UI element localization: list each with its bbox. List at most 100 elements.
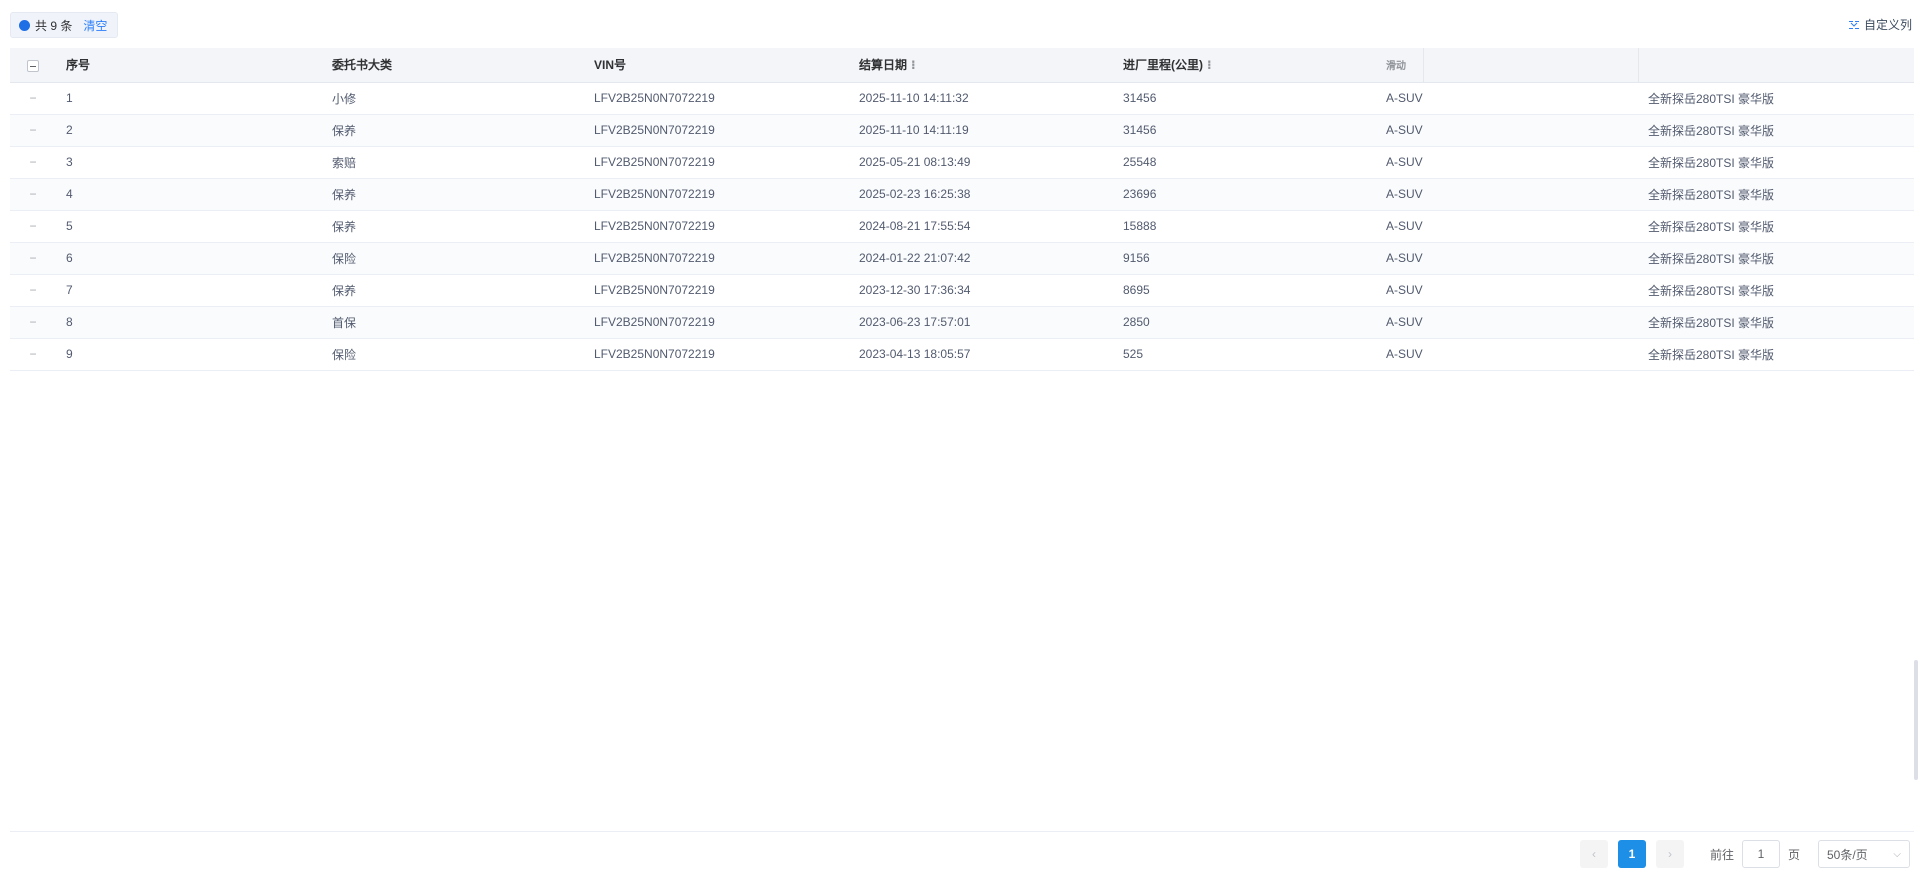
table-row[interactable]: − 5 保养 LFV2B25N0N7072219 2024-08-21 17:55:54… <box>10 210 1914 243</box>
table-row[interactable]: − 1 小修 LFV2B25N0N7072219 2025-11-10 14:11:32… <box>10 82 1914 115</box>
next-page-button[interactable]: › <box>1655 840 1684 868</box>
row-select-cell[interactable]: − <box>10 82 56 115</box>
cell-mileage: 31456 <box>1113 114 1376 147</box>
page-number-button[interactable]: 1 <box>1617 840 1646 868</box>
cell-model: A-SUV <box>1376 114 1423 147</box>
cell-model: A-SUV <box>1376 242 1423 275</box>
col-header-date-label: 结算日期 <box>859 58 908 73</box>
chevron-down-icon: ⌵ <box>1893 848 1901 860</box>
col-header-model: 滑动 <box>1376 48 1423 83</box>
row-select-icon: − <box>29 155 37 169</box>
row-select-cell[interactable]: − <box>10 274 56 307</box>
cell-model: A-SUV <box>1376 306 1423 339</box>
cell-index: 6 <box>56 242 322 275</box>
col-header-date[interactable]: 结算日期 ⁝ <box>849 48 1113 83</box>
cell-index: 9 <box>56 338 322 371</box>
cell-mileage: 525 <box>1113 338 1376 371</box>
row-select-icon: − <box>29 283 37 297</box>
prev-page-button[interactable]: ‹ <box>1579 840 1608 868</box>
vertical-scrollbar[interactable] <box>1914 660 1918 780</box>
cell-date: 2025-11-10 14:11:32 <box>849 82 1113 115</box>
page-unit-label: 页 <box>1787 847 1800 862</box>
row-select-cell[interactable]: − <box>10 306 56 339</box>
cell-model-name: 全新探岳280TSI 豪华版 <box>1638 82 1914 115</box>
row-select-icon: − <box>29 251 37 265</box>
table-row[interactable]: − 3 索赔 LFV2B25N0N7072219 2025-05-21 08:13:49… <box>10 146 1914 179</box>
cell-mileage: 31456 <box>1113 82 1376 115</box>
row-select-icon: − <box>29 219 37 233</box>
table-row[interactable]: − 4 保养 LFV2B25N0N7072219 2025-02-23 16:25:38… <box>10 178 1914 211</box>
cell-blank <box>1423 242 1638 275</box>
table-row[interactable]: − 8 首保 LFV2B25N0N7072219 2023-06-23 17:57:01… <box>10 306 1914 339</box>
pagination: ‹ 1 › 前往 页 50条/页 ⌵ <box>1579 838 1910 870</box>
cell-index: 2 <box>56 114 322 147</box>
page-size-select[interactable]: 50条/页 ⌵ <box>1818 840 1910 868</box>
cell-model: A-SUV <box>1376 338 1423 371</box>
cell-date: 2025-05-21 08:13:49 <box>849 146 1113 179</box>
cell-index: 5 <box>56 210 322 243</box>
row-select-cell[interactable]: − <box>10 338 56 371</box>
cell-index: 1 <box>56 82 322 115</box>
cell-vin: LFV2B25N0N7072219 <box>584 274 849 307</box>
col-header-model-name <box>1638 48 1914 83</box>
table-row[interactable]: − 6 保险 LFV2B25N0N7072219 2024-01-22 21:07:42… <box>10 242 1914 275</box>
row-select-cell[interactable]: − <box>10 210 56 243</box>
cell-date: 2024-08-21 17:55:54 <box>849 210 1113 243</box>
row-select-icon: − <box>29 315 37 329</box>
row-select-icon: − <box>29 91 37 105</box>
top-toolbar: 共 9 条 清空 自定义列 <box>10 10 1912 40</box>
cell-vin: LFV2B25N0N7072219 <box>584 146 849 179</box>
cell-blank <box>1423 338 1638 371</box>
cell-blank <box>1423 210 1638 243</box>
row-select-cell[interactable]: − <box>10 242 56 275</box>
row-select-cell[interactable]: − <box>10 114 56 147</box>
custom-columns-button[interactable]: 自定义列 <box>1848 16 1912 33</box>
cell-date: 2023-06-23 17:57:01 <box>849 306 1113 339</box>
records-table-container: 序号 委托书大类 VIN号 结算日期 ⁝ 进厂里程(公里) ⁝ 滑动 −1 小修 LFV… <box>10 48 1914 832</box>
col-header-blank <box>1422 48 1639 83</box>
cell-vin: LFV2B25N0N7072219 <box>584 306 849 339</box>
cell-vin: LFV2B25N0N7072219 <box>584 210 849 243</box>
select-all-checkbox[interactable] <box>10 48 56 83</box>
cell-mileage: 23696 <box>1113 178 1376 211</box>
row-select-icon: − <box>29 123 37 137</box>
cell-vin: LFV2B25N0N7072219 <box>584 178 849 211</box>
cell-mileage: 8695 <box>1113 274 1376 307</box>
col-header-index: 序号 <box>56 48 322 83</box>
cell-blank <box>1423 82 1638 115</box>
table-row[interactable]: − 7 保养 LFV2B25N0N7072219 2023-12-30 17:36:34… <box>10 274 1914 307</box>
cell-index: 4 <box>56 178 322 211</box>
cell-category: 保险 <box>322 242 584 275</box>
cell-mileage: 25548 <box>1113 146 1376 179</box>
cell-category: 保养 <box>322 210 584 243</box>
page-size-value: 50条/页 <box>1827 847 1868 862</box>
goto-page-input[interactable] <box>1741 840 1780 868</box>
row-select-cell[interactable]: − <box>10 178 56 211</box>
col-header-mileage-label: 进厂里程(公里) <box>1123 58 1203 73</box>
cell-blank <box>1423 274 1638 307</box>
chevron-right-icon: › <box>1667 847 1672 861</box>
cell-model-name: 全新探岳280TSI 豪华版 <box>1638 114 1914 147</box>
cell-category: 索赔 <box>322 146 584 179</box>
cell-model-name: 全新探岳280TSI 豪华版 <box>1638 146 1914 179</box>
cell-date: 2024-01-22 21:07:42 <box>849 242 1113 275</box>
table-row[interactable]: − 9 保险 LFV2B25N0N7072219 2023-04-13 18:05:57… <box>10 338 1914 371</box>
cell-model: A-SUV <box>1376 274 1423 307</box>
page-jumper: 前往 页 <box>1710 840 1800 868</box>
info-dot-icon <box>19 19 30 31</box>
cell-date: 2023-04-13 18:05:57 <box>849 338 1113 371</box>
col-header-vin: VIN号 <box>584 48 849 83</box>
col-header-model-hint: 滑动 <box>1386 61 1406 73</box>
cell-category: 保险 <box>322 338 584 371</box>
cell-index: 3 <box>56 146 322 179</box>
cell-blank <box>1423 114 1638 147</box>
clear-selection-link[interactable]: 清空 <box>83 17 107 34</box>
col-header-mileage[interactable]: 进厂里程(公里) ⁝ <box>1113 48 1376 83</box>
selection-count-text: 共 9 条 <box>35 18 73 33</box>
cell-category: 首保 <box>322 306 584 339</box>
table-row[interactable]: − 2 保养 LFV2B25N0N7072219 2025-11-10 14:11:19… <box>10 114 1914 147</box>
cell-model-name: 全新探岳280TSI 豪华版 <box>1638 274 1914 307</box>
cell-model-name: 全新探岳280TSI 豪华版 <box>1638 178 1914 211</box>
row-select-cell[interactable]: − <box>10 146 56 179</box>
cell-index: 8 <box>56 306 322 339</box>
